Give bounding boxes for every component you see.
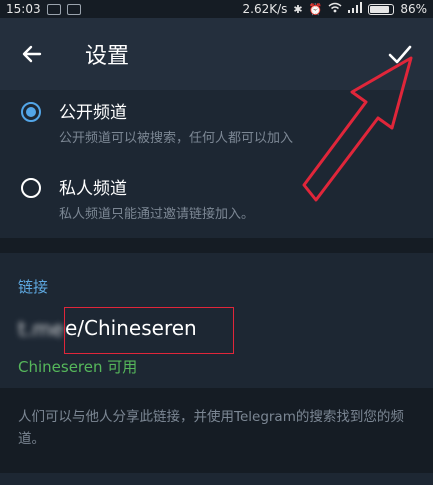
public-channel-radio[interactable] — [21, 102, 41, 122]
battery-icon — [368, 3, 395, 15]
app-bar: 设置 — [0, 18, 433, 90]
check-icon — [388, 45, 412, 64]
network-speed: 2.62K/s — [242, 2, 288, 16]
link-prefix-blurred: t.me — [18, 317, 64, 341]
back-button[interactable] — [14, 36, 50, 72]
section-divider — [0, 238, 433, 253]
status-time: 15:03 — [6, 2, 41, 16]
confirm-button[interactable] — [380, 36, 420, 72]
notification-icon — [46, 3, 61, 15]
arrow-left-icon — [22, 45, 42, 63]
app-notification-icon — [66, 3, 81, 15]
wifi-icon — [328, 2, 342, 16]
info-area: 人们可以与他人分享此链接，并使用Telegram的搜索找到您的频道。 — [0, 388, 433, 473]
annotation-highlight-box — [64, 307, 234, 354]
alarm-icon: ⏰ — [308, 2, 323, 16]
signal-icon — [348, 2, 363, 16]
channel-type-section: 公开频道 公开频道可以被搜索，任何人都可以加入 私人频道 私人频道只能通过邀请链… — [0, 90, 433, 238]
link-availability-status: Chineseren 可用 — [18, 358, 138, 376]
link-section: 链接 t.me e/Chineseren Chineseren 可用 — [0, 253, 433, 388]
public-channel-desc: 公开频道可以被搜索，任何人都可以加入 — [59, 131, 294, 146]
private-channel-title: 私人频道 — [59, 179, 127, 199]
battery-percent: 86% — [400, 2, 427, 16]
private-channel-radio[interactable] — [21, 178, 41, 198]
link-section-header: 链接 — [18, 278, 49, 296]
private-channel-desc: 私人频道只能通过邀请链接加入。 — [59, 207, 255, 222]
status-bar: 15:03 2.62K/s ✱ ⏰ 86% — [0, 0, 433, 18]
bluetooth-icon: ✱ — [293, 2, 303, 16]
page-title: 设置 — [85, 44, 130, 69]
bottom-section — [0, 473, 433, 485]
link-info-text: 人们可以与他人分享此链接，并使用Telegram的搜索找到您的频道。 — [18, 409, 404, 447]
public-channel-title: 公开频道 — [59, 103, 127, 123]
